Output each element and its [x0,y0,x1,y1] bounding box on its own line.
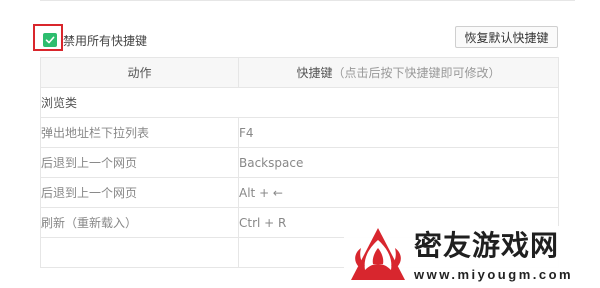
action-cell: 后退到上一个网页 [40,147,239,178]
shortcut-cell[interactable]: Alt + ← [238,177,559,208]
site-watermark: 密友游戏网 www.miyougm.com [344,226,600,288]
disable-all-label: 禁用所有快捷键 [63,33,148,48]
section-title: 浏览类 [40,87,559,118]
restore-default-button[interactable]: 恢复默认快捷键 [455,26,558,48]
action-cell: 刷新（重新载入） [40,207,239,238]
action-cell: 弹出地址栏下拉列表 [40,117,239,148]
table-row: 弹出地址栏下拉列表 F4 [40,117,559,148]
shortcut-settings-panel: 禁用所有快捷键 恢复默认快捷键 动作 快捷键（点击后按下快捷键即可修改） 浏览类… [0,0,600,288]
table-row: 后退到上一个网页 Alt + ← [40,177,559,208]
watermark-title: 密友游戏网 [414,229,560,262]
shortcut-header-hint: （点击后按下快捷键即可修改） [332,66,501,80]
column-header-shortcut: 快捷键（点击后按下快捷键即可修改） [238,57,559,88]
miyou-logo-icon [351,228,405,280]
top-divider [40,0,575,1]
column-header-action: 动作 [40,57,239,88]
shortcut-cell[interactable]: Backspace [238,147,559,178]
table-header-row: 动作 快捷键（点击后按下快捷键即可修改） [40,57,559,88]
shortcut-header-label: 快捷键 [296,66,333,80]
table-row: 后退到上一个网页 Backspace [40,147,559,178]
shortcut-cell[interactable]: F4 [238,117,559,148]
section-row-browse: 浏览类 [40,87,559,118]
checkbox-highlight-box [33,24,63,51]
action-cell: 后退到上一个网页 [40,177,239,208]
action-cell [40,237,239,268]
watermark-url: www.miyougm.com [414,267,574,282]
